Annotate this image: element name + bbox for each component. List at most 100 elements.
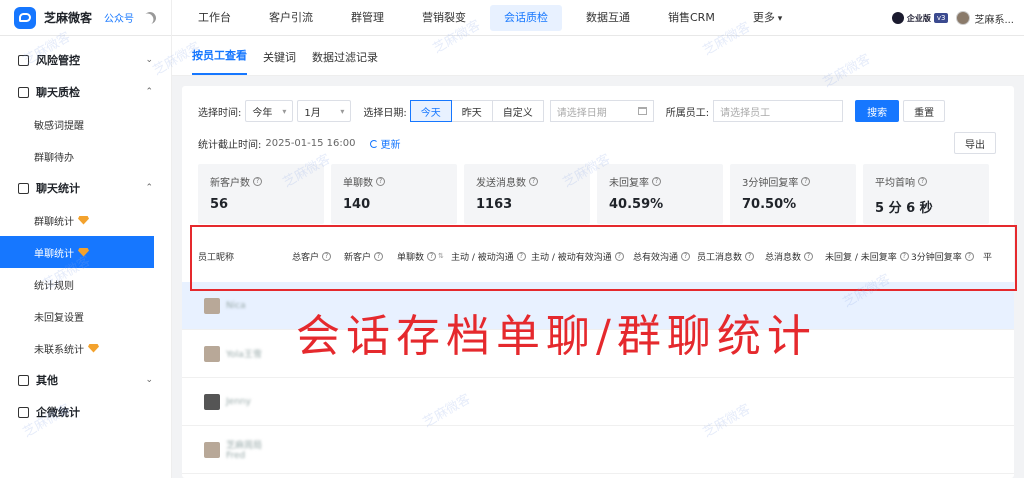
employee-name: 芝麻周局 Fred	[226, 441, 263, 461]
help-icon[interactable]: ?	[529, 177, 538, 186]
nav-customer-acquisition[interactable]: 客户引流	[255, 5, 327, 31]
brand: 芝麻微客 公众号	[0, 0, 172, 36]
nav-workbench[interactable]: 工作台	[184, 5, 245, 31]
employee-name: Yola王雪	[226, 350, 262, 360]
filter-bar: 选择时间: 今年 ▾ 1月 ▾ 选择日期: 今天 昨天 自定义 请选择日期 所属员工…	[198, 100, 946, 122]
help-icon[interactable]: ?	[376, 177, 385, 186]
employee-placeholder: 请选择员工	[720, 107, 771, 119]
card-messages-sent: 发送消息数? 1163	[464, 164, 590, 224]
refresh-label: 更新	[380, 140, 401, 151]
app-logo-icon[interactable]	[14, 6, 36, 29]
card-label: 发送消息数	[476, 178, 526, 189]
help-icon[interactable]: ?	[652, 177, 661, 186]
vip-diamond-icon	[78, 247, 89, 257]
card-avg-first-response: 平均首响? 5 分 6 秒	[863, 164, 989, 224]
user-avatar[interactable]	[956, 11, 971, 25]
date-placeholder: 请选择日期	[556, 107, 607, 119]
help-icon[interactable]: ?	[801, 177, 811, 186]
table-row[interactable]: Jenny	[182, 378, 1014, 426]
dark-mode-moon-icon[interactable]	[142, 9, 158, 25]
date-quick-buttons: 今天 昨天 自定义	[409, 100, 544, 122]
top-right: 企业版 v3 芝麻系...	[891, 0, 1014, 36]
tab-by-employee[interactable]: 按员工查看	[192, 47, 247, 75]
date-picker-input[interactable]: 请选择日期	[549, 100, 654, 122]
overlay-caption: 会话存档单聊/群聊统计	[296, 311, 817, 362]
summary-cards: 新客户数? 56 单聊数? 140 发送消息数? 1163 未回复率? 40.5…	[198, 164, 989, 224]
month-select[interactable]: 1月 ▾	[297, 100, 352, 122]
sidebar-group-risk[interactable]: 风险管控 ⌄	[0, 44, 171, 76]
employee-avatar	[204, 345, 220, 362]
export-button[interactable]: 导出	[954, 132, 996, 154]
reset-button[interactable]: 重置	[903, 100, 946, 122]
card-label: 新客户数	[210, 178, 250, 189]
app-name: 芝麻微客	[44, 11, 93, 25]
sidebar-item-single-stats[interactable]: 单聊统计	[0, 236, 154, 268]
nav-group-management[interactable]: 群管理	[337, 5, 398, 31]
card-single-chats: 单聊数? 140	[331, 164, 457, 224]
sidebar-item-label: 群聊统计	[34, 216, 74, 228]
refresh-link[interactable]: 更新	[369, 136, 401, 151]
qc-icon	[18, 86, 29, 98]
nav-data-sync[interactable]: 数据互通	[572, 5, 644, 31]
sidebar-item-uncontacted-stats[interactable]: 未联系统计	[0, 332, 171, 364]
tab-filter-records[interactable]: 数据过滤记录	[312, 49, 378, 75]
card-value: 56	[210, 197, 229, 212]
sidebar-item-sensitive-words[interactable]: 敏感词提醒	[0, 108, 171, 140]
gzh-link[interactable]: 公众号	[104, 10, 134, 25]
sidebar-item-group-todo[interactable]: 群聊待办	[0, 140, 171, 172]
today-button[interactable]: 今天	[409, 100, 452, 122]
nav-more[interactable]: 更多	[739, 5, 796, 31]
stat-cutoff-value: 2025-01-15 16:00	[265, 138, 356, 149]
chevron-up-icon: ⌃	[145, 183, 153, 193]
card-value: 70.50%	[742, 197, 797, 212]
sidebar-item-group-stats[interactable]: 群聊统计	[0, 204, 171, 236]
help-icon[interactable]: ?	[918, 177, 927, 186]
employee-name: Nica	[226, 300, 246, 311]
card-value: 5 分 6 秒	[875, 201, 933, 216]
card-no-reply-rate: 未回复率? 40.59%	[597, 164, 723, 224]
risk-icon	[18, 54, 29, 66]
stats-icon	[18, 182, 29, 194]
sidebar-group-other[interactable]: 其他 ⌄	[0, 364, 171, 396]
chevron-down-icon: ⌄	[145, 55, 153, 65]
card-label: 单聊数	[343, 178, 373, 189]
yesterday-button[interactable]: 昨天	[450, 100, 493, 122]
card-value: 140	[343, 197, 371, 212]
table-row[interactable]: 芝麻周局 Fred	[182, 426, 1014, 474]
refresh-icon	[369, 139, 378, 148]
year-select[interactable]: 今年 ▾	[245, 100, 294, 122]
user-name[interactable]: 芝麻系...	[974, 11, 1014, 26]
chevron-down-icon: ⌄	[145, 375, 153, 385]
sidebar-item-stats-rules[interactable]: 统计规则	[0, 268, 171, 300]
sidebar-group-chat-stats[interactable]: 聊天统计 ⌃	[0, 172, 171, 204]
sidebar-group-wecom-stats[interactable]: 企微统计	[0, 396, 171, 428]
nav-sales-crm[interactable]: 销售CRM	[654, 5, 729, 31]
tab-keywords[interactable]: 关键词	[263, 49, 296, 75]
sidebar-group-label: 聊天统计	[36, 182, 80, 195]
sidebar-group-chat-qc[interactable]: 聊天质检 ⌃	[0, 76, 171, 108]
top-nav: 工作台 客户引流 群管理 营销裂变 会话质检 数据互通 销售CRM 更多	[184, 0, 806, 36]
card-3min-reply-rate: 3分钟回复率? 70.50%	[730, 164, 856, 224]
nav-marketing-fission[interactable]: 营销裂变	[408, 5, 480, 31]
month-value: 1月	[304, 107, 321, 119]
chevron-down-icon: ▾	[340, 106, 345, 116]
search-button[interactable]: 搜索	[855, 100, 900, 122]
vip-diamond-icon	[88, 343, 99, 353]
sidebar-group-label: 聊天质检	[36, 86, 80, 99]
edition-label: 企业版	[906, 13, 931, 23]
highlight-box	[190, 225, 1017, 291]
card-value: 1163	[476, 197, 513, 212]
enterprise-icon	[891, 12, 904, 24]
chevron-up-icon: ⌃	[145, 87, 153, 97]
nav-session-qc[interactable]: 会话质检	[490, 4, 562, 31]
wecom-icon	[18, 406, 29, 418]
sidebar-group-label: 其他	[36, 374, 58, 387]
sidebar-group-label: 企微统计	[36, 406, 80, 419]
custom-date-button[interactable]: 自定义	[491, 100, 544, 122]
employee-label: 所属员工:	[665, 107, 710, 119]
sidebar: 风险管控 ⌄ 聊天质检 ⌃ 敏感词提醒 群聊待办 聊天统计 ⌃ 群聊统计 单聊统…	[0, 36, 172, 478]
employee-avatar	[204, 297, 220, 314]
employee-select-input[interactable]: 请选择员工	[713, 100, 844, 122]
sidebar-item-no-reply-settings[interactable]: 未回复设置	[0, 300, 171, 332]
help-icon[interactable]: ?	[253, 177, 262, 186]
